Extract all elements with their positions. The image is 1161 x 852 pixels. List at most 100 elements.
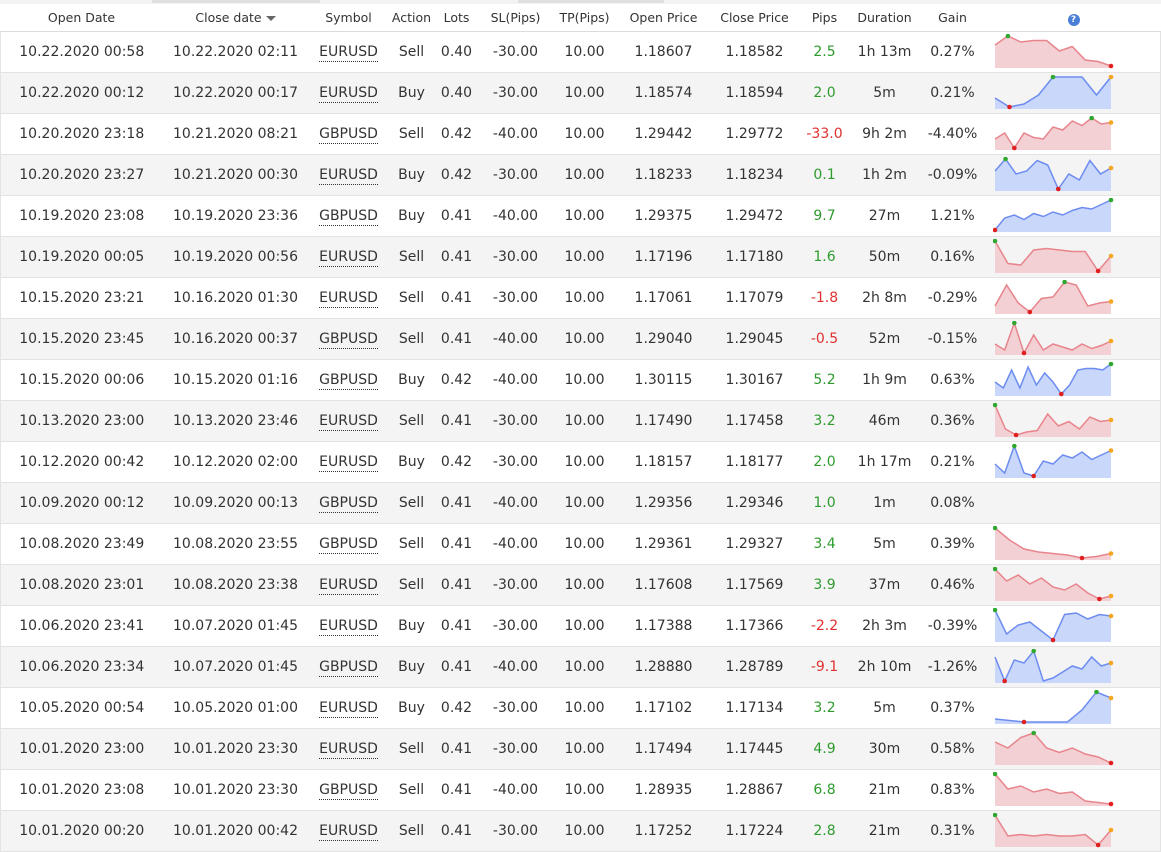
cell-symbol-value[interactable]: EURUSD — [319, 741, 378, 759]
cell-symbol-value[interactable]: EURUSD — [319, 413, 378, 431]
table-row[interactable]: 10.15.2020 23:45 10.16.2020 00:37 GBPUSD Se… — [0, 318, 1161, 360]
cell-symbol-value[interactable]: GBPUSD — [319, 208, 378, 226]
cell-symbol-value[interactable]: EURUSD — [319, 823, 378, 841]
cell-symbol-value[interactable]: EURUSD — [319, 577, 378, 595]
cell-symbol-value[interactable]: GBPUSD — [319, 331, 378, 349]
cell-lots-value: 0.41 — [440, 495, 473, 511]
cell-gain-value: 0.16% — [930, 249, 975, 265]
cell-sl-value: -40.00 — [492, 495, 539, 511]
help-icon[interactable]: ? — [1067, 13, 1080, 26]
col-tp-label: TP(Pips) — [559, 10, 610, 25]
col-open-date[interactable]: Open Date — [0, 4, 163, 32]
cell-close-date: 10.19.2020 23:36 — [162, 195, 309, 237]
table-row[interactable]: 10.22.2020 00:58 10.22.2020 02:11 EURUSD Se… — [0, 31, 1161, 73]
col-pips[interactable]: Pips — [798, 4, 851, 32]
cell-symbol-value[interactable]: GBPUSD — [319, 782, 378, 800]
col-open-date-label: Open Date — [47, 10, 116, 25]
cell-lots-value: 0.41 — [440, 577, 473, 593]
cell-symbol-value[interactable]: GBPUSD — [319, 659, 378, 677]
cell-gain: -1.26% — [918, 646, 987, 688]
cell-open-date-value: 10.22.2020 00:58 — [19, 44, 145, 60]
trade-sparkline — [992, 198, 1113, 233]
sparkline-min-marker — [1079, 555, 1084, 561]
col-action-label: Action — [391, 10, 432, 25]
table-row[interactable]: 10.09.2020 00:12 10.09.2020 00:13 GBPUSD Se… — [0, 482, 1161, 524]
table-row[interactable]: 10.20.2020 23:18 10.21.2020 08:21 GBPUSD Se… — [0, 113, 1161, 155]
trade-sparkline — [992, 567, 1113, 602]
cell-symbol-value[interactable]: GBPUSD — [319, 536, 378, 554]
col-close-date[interactable]: Close date — [162, 4, 309, 32]
cell-pips-value: 6.8 — [813, 782, 836, 798]
sparkline-max-marker — [992, 608, 997, 613]
cell-duration: 46m — [850, 400, 919, 442]
cell-close-date-value: 10.08.2020 23:38 — [173, 577, 298, 593]
table-row[interactable]: 10.01.2020 23:08 10.01.2020 23:30 GBPUSD Se… — [0, 769, 1161, 811]
cell-pips: 3.9 — [798, 564, 851, 606]
table-row[interactable]: 10.20.2020 23:27 10.21.2020 00:30 EURUSD Bu… — [0, 154, 1161, 196]
sparkline-last-marker — [1108, 165, 1113, 171]
cell-open-price-value: 1.18233 — [634, 167, 693, 183]
cell-tp: 10.00 — [552, 236, 617, 278]
table-row[interactable]: 10.01.2020 00:20 10.01.2020 00:42 EURUSD Se… — [0, 810, 1161, 852]
table-row[interactable]: 10.15.2020 23:21 10.16.2020 01:30 EURUSD Se… — [0, 277, 1161, 319]
cell-open-price-value: 1.29375 — [634, 208, 693, 224]
cell-symbol: EURUSD — [308, 441, 389, 483]
cell-symbol-value[interactable]: EURUSD — [319, 290, 378, 308]
cell-gain: 0.36% — [918, 400, 987, 442]
cell-open-price: 1.18574 — [616, 72, 711, 114]
cell-open-date: 10.22.2020 00:12 — [0, 72, 163, 114]
cell-duration-value: 2h 8m — [862, 290, 907, 306]
cell-symbol-value[interactable]: GBPUSD — [319, 495, 378, 513]
table-row[interactable]: 10.01.2020 23:00 10.01.2020 23:30 EURUSD Se… — [0, 728, 1161, 770]
cell-open-date-value: 10.08.2020 23:49 — [19, 536, 145, 552]
sparkline-min-marker — [1050, 637, 1055, 643]
table-row[interactable]: 10.22.2020 00:12 10.22.2020 00:17 EURUSD Bu… — [0, 72, 1161, 114]
col-action[interactable]: Action — [388, 4, 435, 32]
table-row[interactable]: 10.08.2020 23:01 10.08.2020 23:38 EURUSD Se… — [0, 564, 1161, 606]
cell-pips: 9.7 — [798, 195, 851, 237]
table-row[interactable]: 10.19.2020 00:05 10.19.2020 00:56 EURUSD Se… — [0, 236, 1161, 278]
col-gain[interactable]: Gain — [918, 4, 987, 32]
col-lots[interactable]: Lots — [434, 4, 479, 32]
cell-pips: 5.2 — [798, 359, 851, 401]
cell-gain-value: -0.09% — [927, 167, 978, 183]
cell-symbol-value[interactable]: EURUSD — [319, 249, 378, 267]
table-row[interactable]: 10.06.2020 23:34 10.07.2020 01:45 GBPUSD Bu… — [0, 646, 1161, 688]
cell-symbol-value[interactable]: GBPUSD — [319, 126, 378, 144]
table-row[interactable]: 10.08.2020 23:49 10.08.2020 23:55 GBPUSD Se… — [0, 523, 1161, 565]
cell-open-date-value: 10.01.2020 23:00 — [19, 741, 145, 757]
cell-symbol-value[interactable]: EURUSD — [319, 44, 378, 62]
col-close-price[interactable]: Close Price — [710, 4, 799, 32]
table-row[interactable]: 10.06.2020 23:41 10.07.2020 01:45 EURUSD Bu… — [0, 605, 1161, 647]
table-row[interactable]: 10.19.2020 23:08 10.19.2020 23:36 GBPUSD Bu… — [0, 195, 1161, 237]
col-open-price[interactable]: Open Price — [616, 4, 711, 32]
col-sl[interactable]: SL(Pips) — [478, 4, 553, 32]
cell-pips: 2.8 — [798, 810, 851, 852]
cell-symbol-value[interactable]: EURUSD — [319, 700, 378, 718]
cell-open-date: 10.19.2020 00:05 — [0, 236, 163, 278]
cell-open-date: 10.13.2020 23:00 — [0, 400, 163, 442]
cell-gain-value: 0.58% — [930, 741, 975, 757]
cell-tp-value: 10.00 — [564, 413, 605, 429]
table-row[interactable]: 10.12.2020 00:42 10.12.2020 02:00 EURUSD Bu… — [0, 441, 1161, 483]
table-row[interactable]: 10.05.2020 00:54 10.05.2020 01:00 EURUSD Bu… — [0, 687, 1161, 729]
cell-close-date-value: 10.12.2020 02:00 — [173, 454, 298, 470]
cell-symbol-value[interactable]: EURUSD — [319, 85, 378, 103]
cell-trade-chart — [986, 728, 1161, 770]
cell-sl: -30.00 — [478, 728, 553, 770]
cell-symbol-value[interactable]: EURUSD — [319, 167, 378, 185]
cell-symbol-value[interactable]: EURUSD — [319, 454, 378, 472]
cell-sl: -30.00 — [478, 31, 553, 73]
col-tp[interactable]: TP(Pips) — [552, 4, 617, 32]
cell-sl-value: -30.00 — [492, 741, 539, 757]
cell-lots: 0.41 — [434, 400, 479, 442]
cell-symbol-value[interactable]: GBPUSD — [319, 372, 378, 390]
col-duration[interactable]: Duration — [850, 4, 919, 32]
cell-trade-chart — [986, 564, 1161, 606]
cell-symbol-value[interactable]: EURUSD — [319, 618, 378, 636]
table-row[interactable]: 10.13.2020 23:00 10.13.2020 23:46 EURUSD Se… — [0, 400, 1161, 442]
col-symbol[interactable]: Symbol — [308, 4, 389, 32]
table-row[interactable]: 10.15.2020 00:06 10.15.2020 01:16 GBPUSD Bu… — [0, 359, 1161, 401]
cell-close-price: 1.18582 — [710, 31, 799, 73]
cell-lots-value: 0.42 — [440, 372, 473, 388]
